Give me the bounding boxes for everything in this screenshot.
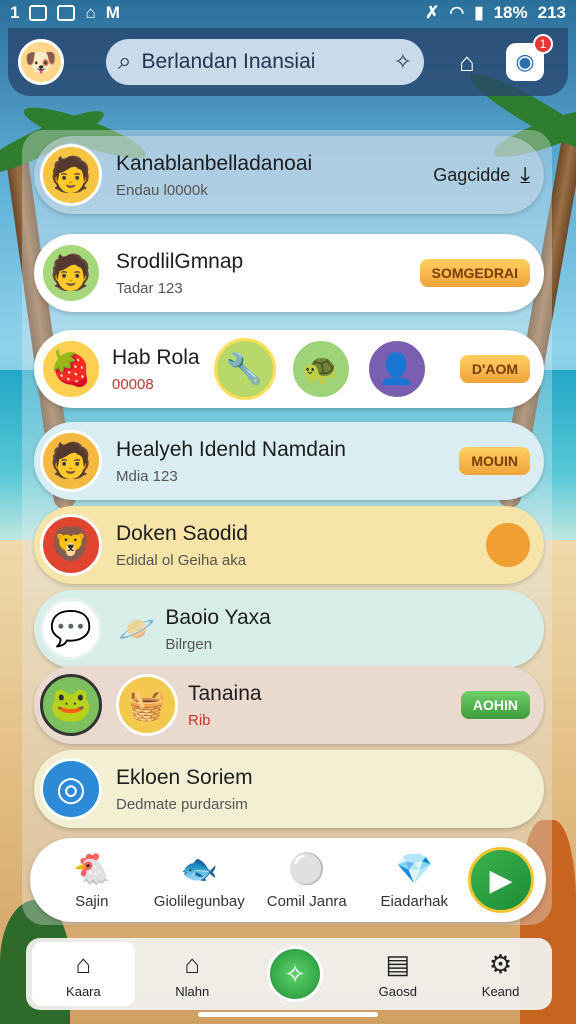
list-item[interactable]: 🐸 🧺 Tanaina Rib AOHIN [34,666,544,744]
play-icon: ▶ [489,863,513,897]
document-icon: ▤ [385,949,411,979]
turtle-avatar[interactable]: 🐢 [289,338,352,400]
list-item[interactable]: 🧑 SrodlilGmnap Tadar 123 SOMGEDRAI [34,234,544,312]
nav-item-settings[interactable]: ⚙ Keand [449,949,552,999]
nav-label: Keand [481,983,520,999]
nav-item-houses[interactable]: ⌂ Nlahn [141,949,244,999]
avatar: 🦁 [40,514,102,576]
list-item-title: Ekloen Soriem [116,765,253,789]
quick-item[interactable]: 🐔 Sajin [38,851,146,910]
nav-item-docs[interactable]: ▤ Gaosd [346,949,449,999]
list-item-subtitle: Rib [188,711,211,729]
avatar: 🧑 [40,242,102,304]
quick-item[interactable]: 🐟 Giolilegunbay [146,851,254,910]
list-item-subtitle: Edidal ol Geiha aka [116,551,247,569]
home-icon: ⌂ [75,949,92,979]
explore-button[interactable]: ✧ [266,946,323,1002]
list-item-title: Hab Rola [112,345,200,369]
clock: 213 [537,3,566,22]
list-item[interactable]: 🍓 Hab Rola 00008 🔧 🐢 👤 D'AOM [34,330,544,408]
avatar: 🐸 [40,674,102,736]
list-item-title: Healyeh Idenld Namdain [116,437,346,461]
nav-item-center[interactable]: ✧ [244,946,347,1002]
action-button[interactable]: D'AOM [459,355,530,383]
basket-avatar[interactable]: 🧺 [116,674,178,736]
quick-item-label: Sajin [75,892,109,910]
puzzle-icon[interactable]: ✧ [394,49,412,75]
list-item-subtitle: Bilrgen [165,635,213,653]
status-left-text: 1 [10,3,20,22]
status-bar: 1 ⌂ M ✗ ◠ ▮ 18% 213 [0,0,576,26]
quick-item-label: Comil Janra [266,892,347,910]
compass-icon: ✧ [284,958,306,989]
list-item[interactable]: ◎ Ekloen Soriem Dedmate purdarsim [34,750,544,828]
quick-item-label: Eiadarhak [380,892,449,910]
list-item[interactable]: 🧑 Healyeh Idenld Namdain Mdia 123 MOUIN [34,422,544,500]
list-item[interactable]: 🦁 Doken Saodid Edidal ol Geiha aka [34,506,544,584]
home-icon[interactable]: ⌂ [444,39,490,85]
list-item-title: Doken Saodid [116,521,248,545]
house-icon: ⌂ [184,949,201,979]
nav-label: Nlahn [175,983,210,999]
play-button[interactable]: ▶ [468,847,534,913]
character-avatar[interactable]: 👤 [365,338,428,400]
wifi-icon: ◠ [449,3,465,22]
signal-icon: ▮ [474,3,484,22]
list-item[interactable]: 💬 🪐 Baoio Yaxa Bilrgen [34,590,544,668]
bottom-nav: ⌂ Kaara ⌂ Nlahn ✧ ▤ Gaosd ⚙ Keand [26,938,552,1010]
quick-actions-bar: 🐔 Sajin 🐟 Giolilegunbay ⚪ Comil Janra 💎 … [30,838,546,922]
profile-avatar[interactable]: 🐶 [18,39,64,85]
quick-item[interactable]: ⚪ Comil Janra [253,851,361,910]
mail-notification-icon [57,5,76,21]
search-input[interactable]: Berlandan Inansiai [141,50,383,74]
camera-icon: ◉ [515,49,535,74]
image-notification-icon [29,5,48,21]
search-icon: ⌕ [118,48,132,75]
search-bar[interactable]: ⌕ Berlandan Inansiai ✧ [106,39,424,85]
avatar: 🧑 [40,144,102,206]
app-notification-icon: ⌂ [85,3,96,22]
home-indicator[interactable] [198,1012,378,1017]
notification-badge: 1 [533,34,553,54]
avatar: 🧑 [40,430,102,492]
header: 🐶 ⌕ Berlandan Inansiai ✧ ⌂ ◉ 1 [8,28,568,96]
pearl-icon: ⚪ [288,853,326,886]
m-notification-icon: M [105,3,120,22]
fish-icon: 🐟 [180,853,218,886]
planet-icon: 🪐 [118,612,156,646]
gem-icon: 💎 [395,853,433,886]
list-item-title: SrodlilGmnap [116,249,244,273]
nav-label: Kaara [66,983,101,999]
action-button[interactable]: MOUIN [459,447,530,475]
list-item-title: Kanablanbelladanoai [116,151,313,175]
chicken-icon: 🐔 [73,853,111,886]
quick-item-label: Giolilegunbay [153,892,245,910]
action-button[interactable]: SOMGEDRAI [419,259,530,287]
action-button[interactable]: AOHIN [460,691,530,719]
avatar: ◎ [40,758,102,820]
list-item-subtitle: Mdia 123 [116,467,178,485]
mute-icon: ✗ [425,3,440,22]
tools-avatar[interactable]: 🔧 [213,338,276,400]
list-item-action[interactable]: Gagcidde [433,165,510,186]
camera-button[interactable]: ◉ 1 [506,34,553,81]
pin-icon[interactable]: ⤓ [520,162,530,188]
list-item-subtitle: 00008 [112,375,154,393]
list-item-subtitle: Endau l0000k [116,181,208,199]
gear-icon: ⚙ [488,949,513,979]
nav-item-home[interactable]: ⌂ Kaara [32,942,135,1006]
quick-item[interactable]: 💎 Eiadarhak [361,851,469,910]
list-item[interactable]: 🧑 Kanablanbelladanoai Endau l0000k Gagci… [34,136,544,214]
avatar: 🍓 [40,338,102,400]
battery-text: 18% [493,3,528,22]
avatar: 💬 [40,598,102,660]
status-dot[interactable] [486,523,530,567]
list-item-subtitle: Dedmate purdarsim [116,795,248,813]
list-item-title: Baoio Yaxa [165,605,271,629]
list-item-subtitle: Tadar 123 [116,279,183,297]
nav-label: Gaosd [378,983,417,999]
list-item-title: Tanaina [188,681,262,705]
